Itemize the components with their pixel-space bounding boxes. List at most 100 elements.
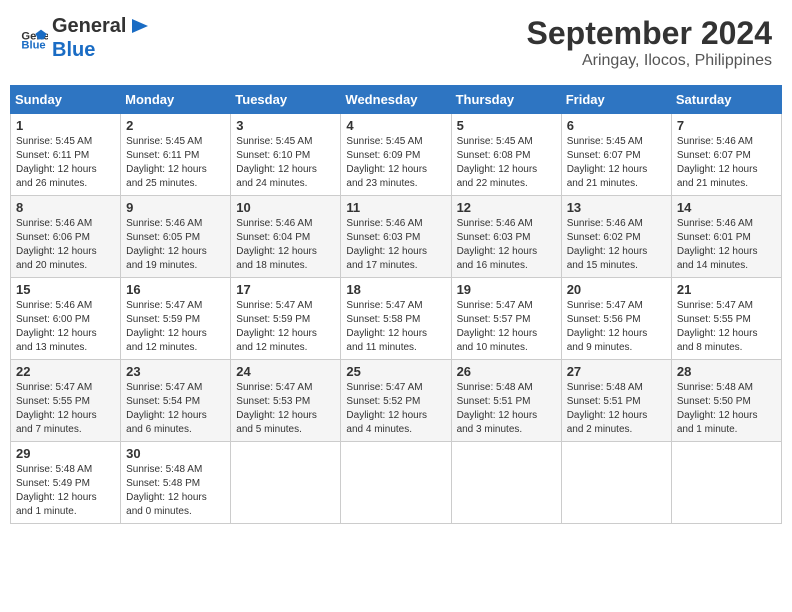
day-info: Sunrise: 5:46 AM Sunset: 6:01 PM Dayligh… [677,217,776,273]
day-number: 6 [567,118,666,133]
calendar-cell: 28 Sunrise: 5:48 AM Sunset: 5:50 PM Dayl… [671,360,781,442]
calendar-cell: 18 Sunrise: 5:47 AM Sunset: 5:58 PM Dayl… [341,278,451,360]
calendar-cell: 20 Sunrise: 5:47 AM Sunset: 5:56 PM Dayl… [561,278,671,360]
day-info: Sunrise: 5:47 AM Sunset: 5:53 PM Dayligh… [236,381,335,437]
calendar-cell: 25 Sunrise: 5:47 AM Sunset: 5:52 PM Dayl… [341,360,451,442]
svg-text:Blue: Blue [21,40,45,52]
calendar-cell: 8 Sunrise: 5:46 AM Sunset: 6:06 PM Dayli… [11,196,121,278]
day-info: Sunrise: 5:47 AM Sunset: 5:54 PM Dayligh… [126,381,225,437]
day-number: 20 [567,282,666,297]
day-number: 26 [457,364,556,379]
day-info: Sunrise: 5:47 AM Sunset: 5:59 PM Dayligh… [236,299,335,355]
day-info: Sunrise: 5:46 AM Sunset: 6:00 PM Dayligh… [16,299,115,355]
day-info: Sunrise: 5:46 AM Sunset: 6:03 PM Dayligh… [346,217,445,273]
calendar-cell: 24 Sunrise: 5:47 AM Sunset: 5:53 PM Dayl… [231,360,341,442]
calendar-cell: 22 Sunrise: 5:47 AM Sunset: 5:55 PM Dayl… [11,360,121,442]
month-year-title: September 2024 [527,15,772,52]
day-info: Sunrise: 5:46 AM Sunset: 6:03 PM Dayligh… [457,217,556,273]
calendar-cell: 13 Sunrise: 5:46 AM Sunset: 6:02 PM Dayl… [561,196,671,278]
calendar-cell [671,442,781,524]
day-info: Sunrise: 5:47 AM Sunset: 5:57 PM Dayligh… [457,299,556,355]
calendar-cell: 30 Sunrise: 5:48 AM Sunset: 5:48 PM Dayl… [121,442,231,524]
day-number: 8 [16,200,115,215]
day-info: Sunrise: 5:48 AM Sunset: 5:51 PM Dayligh… [457,381,556,437]
day-number: 22 [16,364,115,379]
calendar-cell: 14 Sunrise: 5:46 AM Sunset: 6:01 PM Dayl… [671,196,781,278]
day-info: Sunrise: 5:45 AM Sunset: 6:09 PM Dayligh… [346,135,445,191]
day-info: Sunrise: 5:47 AM Sunset: 5:58 PM Dayligh… [346,299,445,355]
calendar-cell: 17 Sunrise: 5:47 AM Sunset: 5:59 PM Dayl… [231,278,341,360]
day-info: Sunrise: 5:46 AM Sunset: 6:06 PM Dayligh… [16,217,115,273]
calendar-week-row: 29 Sunrise: 5:48 AM Sunset: 5:49 PM Dayl… [11,442,782,524]
day-info: Sunrise: 5:46 AM Sunset: 6:04 PM Dayligh… [236,217,335,273]
day-info: Sunrise: 5:48 AM Sunset: 5:51 PM Dayligh… [567,381,666,437]
logo-general-text: General [52,15,126,37]
day-number: 19 [457,282,556,297]
day-info: Sunrise: 5:48 AM Sunset: 5:49 PM Dayligh… [16,463,115,519]
day-info: Sunrise: 5:47 AM Sunset: 5:59 PM Dayligh… [126,299,225,355]
day-number: 1 [16,118,115,133]
day-info: Sunrise: 5:45 AM Sunset: 6:07 PM Dayligh… [567,135,666,191]
day-number: 4 [346,118,445,133]
day-info: Sunrise: 5:48 AM Sunset: 5:48 PM Dayligh… [126,463,225,519]
calendar-cell: 4 Sunrise: 5:45 AM Sunset: 6:09 PM Dayli… [341,114,451,196]
calendar-cell: 11 Sunrise: 5:46 AM Sunset: 6:03 PM Dayl… [341,196,451,278]
calendar-cell: 26 Sunrise: 5:48 AM Sunset: 5:51 PM Dayl… [451,360,561,442]
calendar-cell: 27 Sunrise: 5:48 AM Sunset: 5:51 PM Dayl… [561,360,671,442]
calendar-cell: 29 Sunrise: 5:48 AM Sunset: 5:49 PM Dayl… [11,442,121,524]
logo-blue-text: Blue [52,39,95,61]
calendar-week-row: 15 Sunrise: 5:46 AM Sunset: 6:00 PM Dayl… [11,278,782,360]
day-number: 9 [126,200,225,215]
day-number: 14 [677,200,776,215]
calendar-cell: 1 Sunrise: 5:45 AM Sunset: 6:11 PM Dayli… [11,114,121,196]
weekday-header-monday: Monday [121,86,231,114]
logo: General Blue General Blue [20,15,152,62]
calendar-cell: 6 Sunrise: 5:45 AM Sunset: 6:07 PM Dayli… [561,114,671,196]
day-info: Sunrise: 5:46 AM Sunset: 6:07 PM Dayligh… [677,135,776,191]
day-number: 17 [236,282,335,297]
calendar-cell: 3 Sunrise: 5:45 AM Sunset: 6:10 PM Dayli… [231,114,341,196]
calendar-cell [561,442,671,524]
day-number: 11 [346,200,445,215]
day-number: 2 [126,118,225,133]
day-info: Sunrise: 5:46 AM Sunset: 6:05 PM Dayligh… [126,217,225,273]
location-subtitle: Aringay, Ilocos, Philippines [527,52,772,70]
day-info: Sunrise: 5:47 AM Sunset: 5:56 PM Dayligh… [567,299,666,355]
logo-flag-icon [128,17,150,39]
calendar-week-row: 22 Sunrise: 5:47 AM Sunset: 5:55 PM Dayl… [11,360,782,442]
header: General Blue General Blue September 2024… [10,10,782,75]
day-info: Sunrise: 5:45 AM Sunset: 6:11 PM Dayligh… [16,135,115,191]
day-number: 3 [236,118,335,133]
day-number: 5 [457,118,556,133]
calendar-cell: 16 Sunrise: 5:47 AM Sunset: 5:59 PM Dayl… [121,278,231,360]
day-info: Sunrise: 5:48 AM Sunset: 5:50 PM Dayligh… [677,381,776,437]
day-number: 24 [236,364,335,379]
weekday-header-sunday: Sunday [11,86,121,114]
calendar-cell: 23 Sunrise: 5:47 AM Sunset: 5:54 PM Dayl… [121,360,231,442]
weekday-header-thursday: Thursday [451,86,561,114]
day-info: Sunrise: 5:45 AM Sunset: 6:11 PM Dayligh… [126,135,225,191]
calendar-cell: 15 Sunrise: 5:46 AM Sunset: 6:00 PM Dayl… [11,278,121,360]
day-number: 13 [567,200,666,215]
calendar-cell: 9 Sunrise: 5:46 AM Sunset: 6:05 PM Dayli… [121,196,231,278]
day-number: 18 [346,282,445,297]
weekday-header-tuesday: Tuesday [231,86,341,114]
weekday-header-saturday: Saturday [671,86,781,114]
day-info: Sunrise: 5:45 AM Sunset: 6:08 PM Dayligh… [457,135,556,191]
calendar-cell: 5 Sunrise: 5:45 AM Sunset: 6:08 PM Dayli… [451,114,561,196]
day-number: 15 [16,282,115,297]
day-number: 27 [567,364,666,379]
calendar-cell: 12 Sunrise: 5:46 AM Sunset: 6:03 PM Dayl… [451,196,561,278]
calendar-week-row: 1 Sunrise: 5:45 AM Sunset: 6:11 PM Dayli… [11,114,782,196]
day-info: Sunrise: 5:47 AM Sunset: 5:52 PM Dayligh… [346,381,445,437]
logo-icon: General Blue [20,24,48,52]
day-number: 29 [16,446,115,461]
day-number: 12 [457,200,556,215]
day-number: 25 [346,364,445,379]
calendar-week-row: 8 Sunrise: 5:46 AM Sunset: 6:06 PM Dayli… [11,196,782,278]
day-number: 10 [236,200,335,215]
calendar-cell: 21 Sunrise: 5:47 AM Sunset: 5:55 PM Dayl… [671,278,781,360]
day-number: 7 [677,118,776,133]
day-number: 16 [126,282,225,297]
calendar-cell: 10 Sunrise: 5:46 AM Sunset: 6:04 PM Dayl… [231,196,341,278]
